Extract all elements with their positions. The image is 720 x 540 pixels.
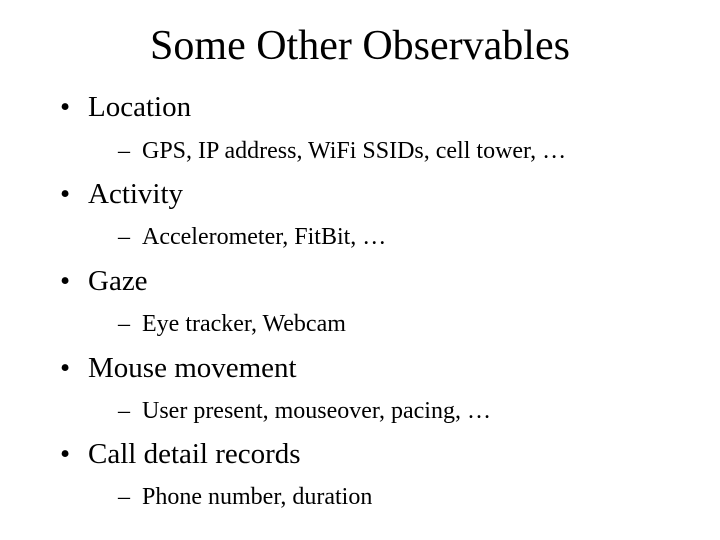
bullet-icon: •	[60, 265, 71, 297]
bullet-item-call-detail-records: • Call detail records	[60, 436, 301, 472]
bullet-label: Mouse movement	[88, 352, 297, 384]
bullet-icon: •	[60, 178, 71, 210]
bullet-item-location: • Location	[60, 89, 191, 125]
dash-icon: –	[118, 138, 130, 164]
bullet-item-activity: • Activity	[60, 176, 183, 212]
dash-icon: –	[118, 398, 130, 424]
sub-item-activity: – Accelerometer, FitBit, …	[118, 222, 386, 252]
bullet-label: Call detail records	[88, 438, 301, 470]
bullet-icon: •	[60, 91, 71, 123]
dash-icon: –	[118, 311, 130, 337]
sub-label: User present, mouseover, pacing, …	[142, 398, 491, 424]
bullet-item-mouse-movement: • Mouse movement	[60, 350, 297, 386]
sub-label: Phone number, duration	[142, 484, 373, 510]
sub-item-gaze: – Eye tracker, Webcam	[118, 309, 346, 339]
sub-item-call-detail-records: – Phone number, duration	[118, 482, 372, 512]
bullet-label: Gaze	[88, 265, 148, 297]
bullet-label: Activity	[88, 178, 184, 210]
sub-label: Eye tracker, Webcam	[142, 311, 346, 337]
sub-item-mouse-movement: – User present, mouseover, pacing, …	[118, 396, 491, 426]
slide-title: Some Other Observables	[150, 23, 570, 69]
bullet-icon: •	[60, 352, 71, 384]
bullet-item-gaze: • Gaze	[60, 263, 148, 299]
bullet-icon: •	[60, 438, 71, 470]
sub-label: Accelerometer, FitBit, …	[142, 224, 387, 250]
dash-icon: –	[118, 224, 130, 250]
bullet-label: Location	[88, 91, 192, 123]
sub-item-location: – GPS, IP address, WiFi SSIDs, cell tower…	[118, 136, 566, 166]
dash-icon: –	[118, 484, 130, 510]
sub-label: GPS, IP address, WiFi SSIDs, cell tower,…	[142, 138, 567, 164]
